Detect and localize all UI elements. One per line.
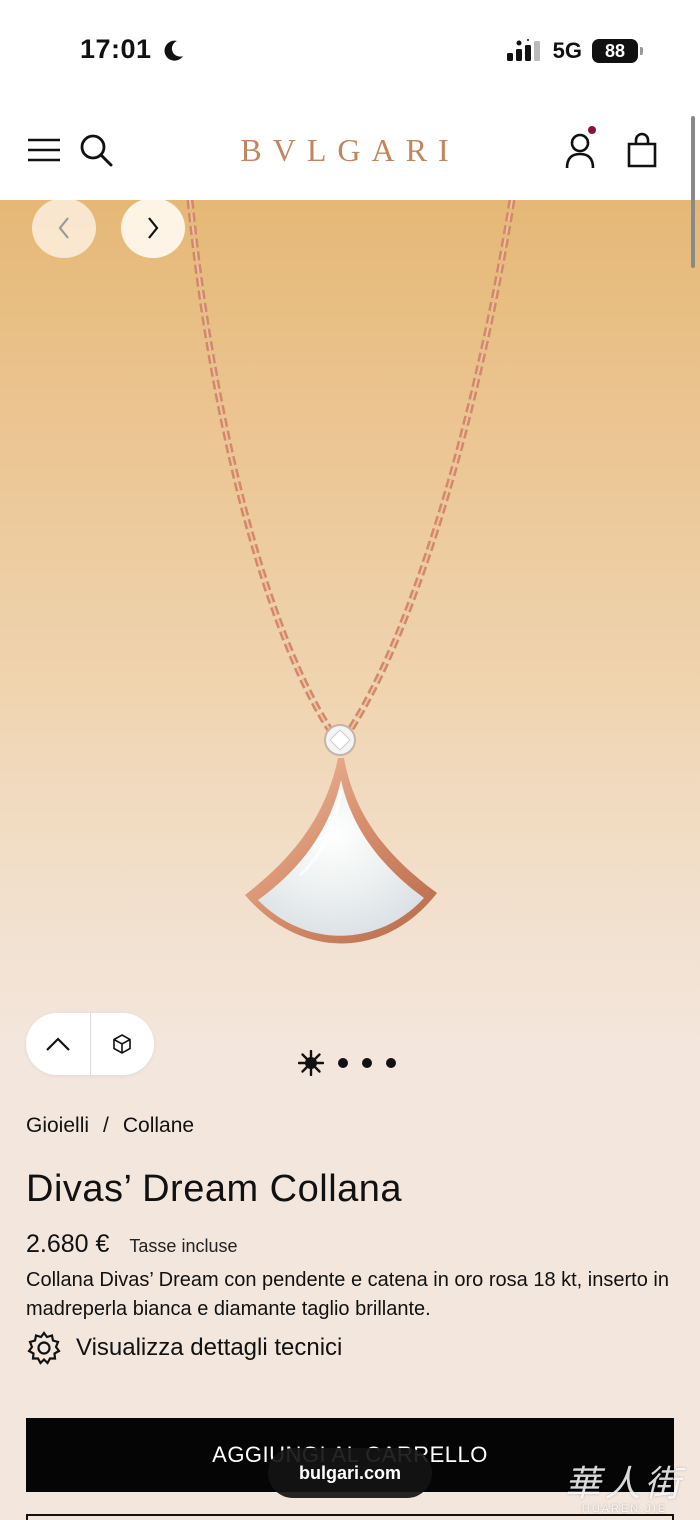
moon-icon — [164, 40, 183, 61]
breadcrumb-separator: / — [103, 1114, 109, 1137]
browser-url-pill[interactable]: bulgari.com — [268, 1448, 432, 1498]
account-icon[interactable] — [562, 132, 598, 170]
signal-icon — [506, 39, 540, 61]
battery-tip — [640, 47, 643, 55]
pager-dot[interactable] — [386, 1058, 396, 1068]
product-image — [186, 200, 516, 944]
pager-active-star-icon[interactable] — [298, 1050, 324, 1076]
tech-details-label: Visualizza dettagli tecnici — [76, 1334, 343, 1361]
status-indicators: 5G 88 — [506, 38, 643, 64]
collapse-button[interactable] — [26, 1013, 90, 1075]
cube-icon — [113, 1034, 132, 1054]
product-title: Divas’ Dream Collana — [26, 1168, 403, 1210]
breadcrumb-item-collane[interactable]: Collane — [123, 1114, 194, 1138]
chevron-right-icon — [148, 217, 159, 239]
battery-level: 88 — [604, 41, 626, 61]
product-price: 2.680 € — [26, 1230, 110, 1258]
notification-dot — [588, 126, 596, 134]
battery-indicator: 88 — [592, 39, 643, 63]
watermark: 華人街 HUAREN.JIE — [552, 1455, 697, 1517]
breadcrumb: Gioielli / Collane — [26, 1114, 194, 1138]
tax-note: Tasse incluse — [129, 1236, 238, 1256]
gallery-pager — [298, 1050, 396, 1076]
bag-icon[interactable] — [624, 132, 660, 168]
chevron-left-icon — [58, 217, 69, 239]
site-header: BVLGARI — [0, 100, 700, 200]
page-scrollbar[interactable] — [691, 116, 695, 268]
network-type: 5G — [552, 38, 582, 63]
pager-dot[interactable] — [338, 1058, 348, 1068]
chevron-up-icon — [45, 1037, 70, 1051]
price-row: 2.680 € Tasse incluse — [26, 1230, 237, 1259]
product-description: Collana Divas’ Dream con pendente e cate… — [26, 1269, 669, 1320]
breadcrumb-item-gioielli[interactable]: Gioielli — [26, 1114, 89, 1138]
view-3d-button[interactable] — [91, 1013, 155, 1075]
watermark-glyphs: 華人街 — [564, 1464, 685, 1505]
gear-icon — [27, 1331, 61, 1365]
product-image-gallery[interactable] — [0, 200, 700, 1050]
status-time: 17:01 — [80, 34, 152, 64]
gallery-next-button[interactable] — [121, 200, 185, 258]
status-bar: 17:01 5G 88 — [0, 0, 700, 100]
gallery-view-controls — [26, 1013, 154, 1075]
pager-dot[interactable] — [362, 1058, 372, 1068]
gallery-prev-button[interactable] — [32, 200, 96, 258]
tech-details-link[interactable]: Visualizza dettagli tecnici — [26, 1330, 342, 1366]
